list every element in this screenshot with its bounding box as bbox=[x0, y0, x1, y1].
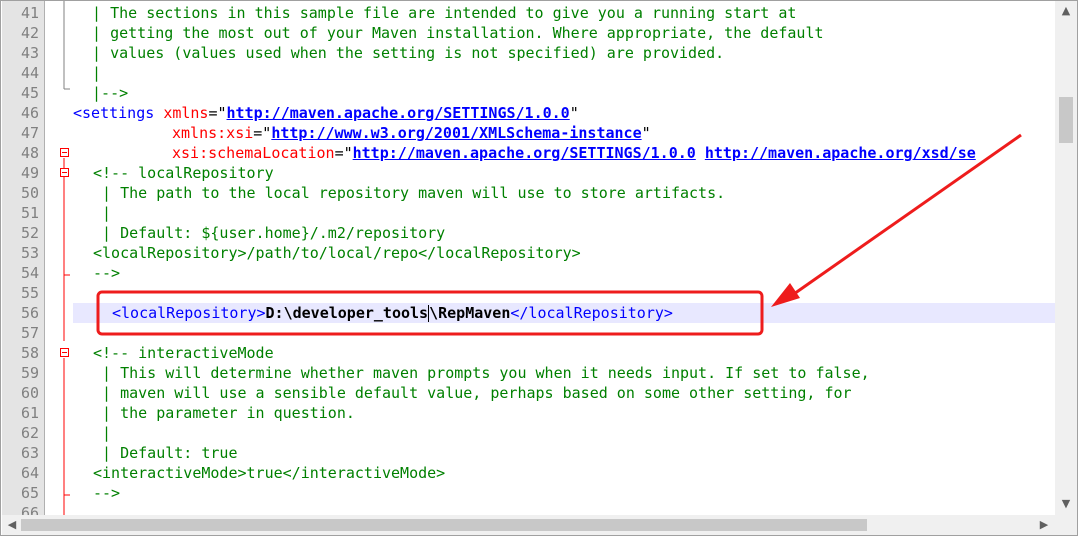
horizontal-scroll-thumb[interactable] bbox=[21, 519, 867, 531]
vertical-scroll-thumb[interactable] bbox=[1059, 97, 1073, 143]
vertical-scrollbar[interactable]: ▲ ▼ bbox=[1055, 1, 1077, 515]
highlight-box bbox=[96, 290, 764, 336]
code-editor[interactable]: 41 42 43 44 45 46 47 48 49 50 51 52 53 5… bbox=[0, 0, 1078, 536]
scroll-up-icon[interactable]: ▲ bbox=[1060, 5, 1072, 17]
annotation-overlay bbox=[96, 133, 1022, 336]
annotation-arrow-shaft bbox=[790, 133, 1022, 298]
scroll-down-icon[interactable]: ▼ bbox=[1060, 498, 1072, 510]
scroll-left-icon[interactable]: ◀ bbox=[6, 519, 18, 531]
scrollbar-corner bbox=[1055, 515, 1077, 535]
horizontal-scrollbar[interactable]: ◀ ▶ bbox=[2, 515, 1055, 535]
annotation-arrow-head bbox=[771, 283, 800, 307]
scroll-right-icon[interactable]: ▶ bbox=[1038, 519, 1050, 531]
